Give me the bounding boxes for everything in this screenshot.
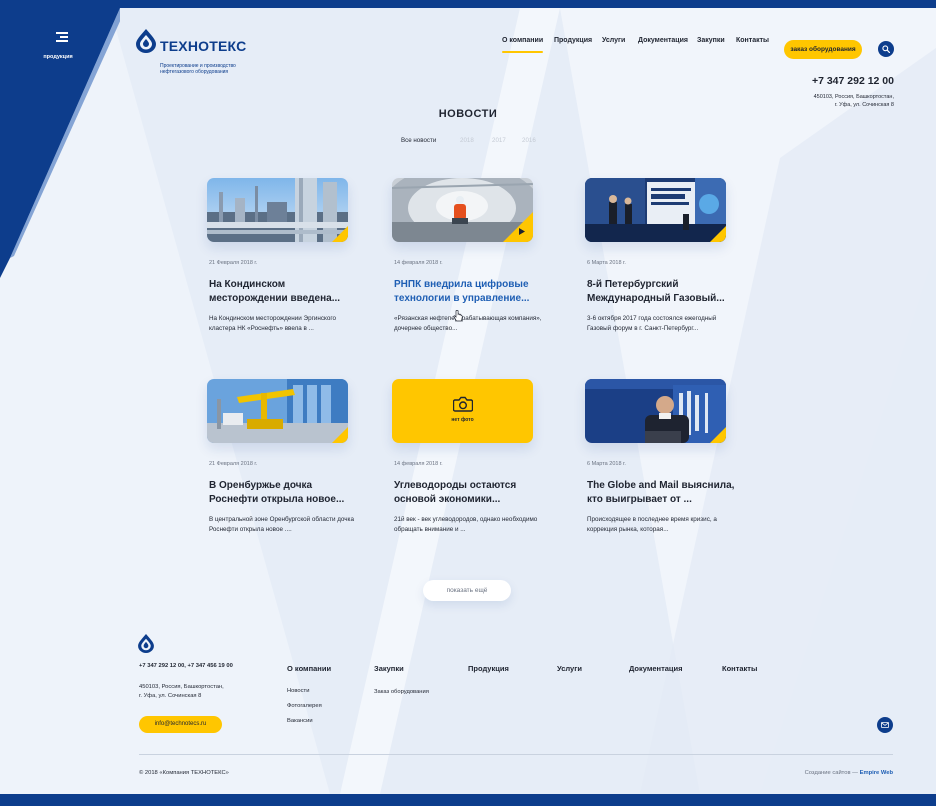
header-address: 450103, Россия, Башкортостан, г. Уфа, ул… <box>812 93 894 109</box>
footer-link-order[interactable]: Заказ оборудования <box>374 689 429 695</box>
news-date: 14 февраля 2018 г. <box>394 260 443 266</box>
news-thumbnail[interactable] <box>585 379 726 443</box>
news-date: 6 Марта 2018 г. <box>587 461 626 467</box>
mail-icon <box>881 722 889 728</box>
filter-2016[interactable]: 2016 <box>522 137 536 144</box>
news-title[interactable]: На Кондинском месторождении введена... <box>209 278 359 306</box>
news-date: 14 февраля 2018 г. <box>394 461 443 467</box>
news-title[interactable]: В Оренбуржье дочка Роснефти открыла ново… <box>209 479 359 507</box>
news-excerpt: 21й век - век углеводородов, однако необ… <box>394 516 538 533</box>
footer-link-news[interactable]: Новости <box>287 688 309 694</box>
thumbnail-corner-accent <box>332 427 348 443</box>
footer-col-about[interactable]: О компании <box>287 664 331 673</box>
brand-name: ТЕХНОТЕКС <box>160 38 247 54</box>
footer-col-purchases[interactable]: Закупки <box>374 664 404 673</box>
nav-contacts[interactable]: Контакты <box>736 37 769 44</box>
footer-col-contacts[interactable]: Контакты <box>722 664 757 673</box>
thumbnail-corner-accent <box>710 226 726 242</box>
thumbnail-corner-accent <box>332 226 348 242</box>
news-date: 21 Февраля 2018 г. <box>209 260 258 266</box>
page-title: НОВОСТИ <box>438 108 498 120</box>
footer-mail-button[interactable] <box>877 717 893 733</box>
news-date: 6 Марта 2018 г. <box>587 260 626 266</box>
nav-docs[interactable]: Документация <box>638 37 688 44</box>
footer-phones[interactable]: +7 347 292 12 00, +7 347 456 19 00 <box>139 663 233 669</box>
play-icon[interactable] <box>519 228 525 235</box>
footer-address-line1: 450103, Россия, Башкортостан, <box>139 684 224 690</box>
products-menu-label: продукция <box>43 54 73 60</box>
nav-about[interactable]: О компании <box>502 37 544 53</box>
nav-purchases[interactable]: Закупки <box>697 37 725 44</box>
developer-prefix: Создание сайтов — <box>804 770 860 776</box>
footer-link-gallery[interactable]: Фотогалерея <box>287 703 322 709</box>
news-excerpt: «Рязанская нефтеперерабатывающая компани… <box>394 315 542 332</box>
search-button[interactable] <box>878 41 894 57</box>
footer-developer: Создание сайтов — Empire Web <box>805 770 893 776</box>
menu-icon <box>56 32 68 42</box>
news-excerpt: Происходящее в последнее время кризис, а… <box>587 516 717 533</box>
news-excerpt: На Кондинском месторождении Эргинского к… <box>209 315 337 332</box>
products-menu-toggle[interactable]: продукция <box>38 32 78 63</box>
footer-address: 450103, Россия, Башкортостан, г. Уфа, ул… <box>139 683 224 701</box>
news-title[interactable]: 8-й Петербургский Международный Газовый.… <box>587 278 737 306</box>
footer-col-docs[interactable]: Документация <box>629 664 683 673</box>
pumpjack-photo <box>207 379 348 443</box>
brand-tagline: Проектирование и производство нефтегазов… <box>160 63 236 75</box>
header-address-line1: 450103, Россия, Башкортостан, <box>813 94 894 100</box>
footer-divider <box>139 754 893 755</box>
footer-email-button[interactable]: info@technotecs.ru <box>139 716 222 733</box>
thumbnail-corner-accent <box>710 427 726 443</box>
news-title[interactable]: The Globe and Mail выяснила, кто выигрыв… <box>587 479 737 507</box>
speaker-photo <box>585 379 726 443</box>
filter-2018[interactable]: 2018 <box>460 137 474 144</box>
filter-all[interactable]: Все новости <box>401 137 436 144</box>
order-equipment-button[interactable]: заказ оборудования <box>784 40 862 59</box>
hand-cursor-icon <box>453 310 463 322</box>
show-more-button[interactable]: показать ещё <box>423 580 511 601</box>
nav-services[interactable]: Услуги <box>602 37 625 44</box>
page: продукция ТЕХНОТЕКС Проектирование и про… <box>0 8 936 794</box>
thumbnail-corner-accent <box>503 212 533 242</box>
search-icon <box>882 45 890 53</box>
news-title[interactable]: РНПК внедрила цифровые технологии в упра… <box>394 278 544 306</box>
no-photo-label: нет фото <box>451 417 474 423</box>
header-contacts: +7 347 292 12 00 450103, Россия, Башкорт… <box>812 75 894 109</box>
drop-logo-icon <box>136 29 156 53</box>
footer-col-products[interactable]: Продукция <box>468 664 509 673</box>
nav-products[interactable]: Продукция <box>554 37 592 44</box>
gas-forum-photo <box>585 178 726 242</box>
news-thumbnail[interactable] <box>392 178 533 242</box>
news-excerpt: В центральной зоне Оренбургской области … <box>209 516 354 533</box>
header-phone[interactable]: +7 347 292 12 00 <box>812 75 894 87</box>
refinery-photo <box>207 178 348 242</box>
footer-address-line2: г. Уфа, ул. Сочинская 8 <box>139 693 202 699</box>
news-date: 21 Февраля 2018 г. <box>209 461 258 467</box>
news-thumbnail[interactable] <box>207 379 348 443</box>
footer-copyright: © 2018 «Компания ТЕХНОТЕКС» <box>139 770 229 776</box>
footer-col-services[interactable]: Услуги <box>557 664 582 673</box>
footer-logo-icon[interactable] <box>138 634 154 653</box>
news-thumbnail[interactable] <box>207 178 348 242</box>
camera-icon <box>453 396 473 412</box>
filter-2017[interactable]: 2017 <box>492 137 506 144</box>
news-title[interactable]: Углеводороды остаются основой экономики.… <box>394 479 544 507</box>
no-photo-placeholder[interactable]: нет фото <box>392 379 533 443</box>
developer-link[interactable]: Empire Web <box>860 770 893 776</box>
news-excerpt: 3-6 октября 2017 года состоялся ежегодны… <box>587 315 717 332</box>
footer-link-vacancies[interactable]: Вакансии <box>287 718 313 724</box>
news-thumbnail[interactable] <box>585 178 726 242</box>
